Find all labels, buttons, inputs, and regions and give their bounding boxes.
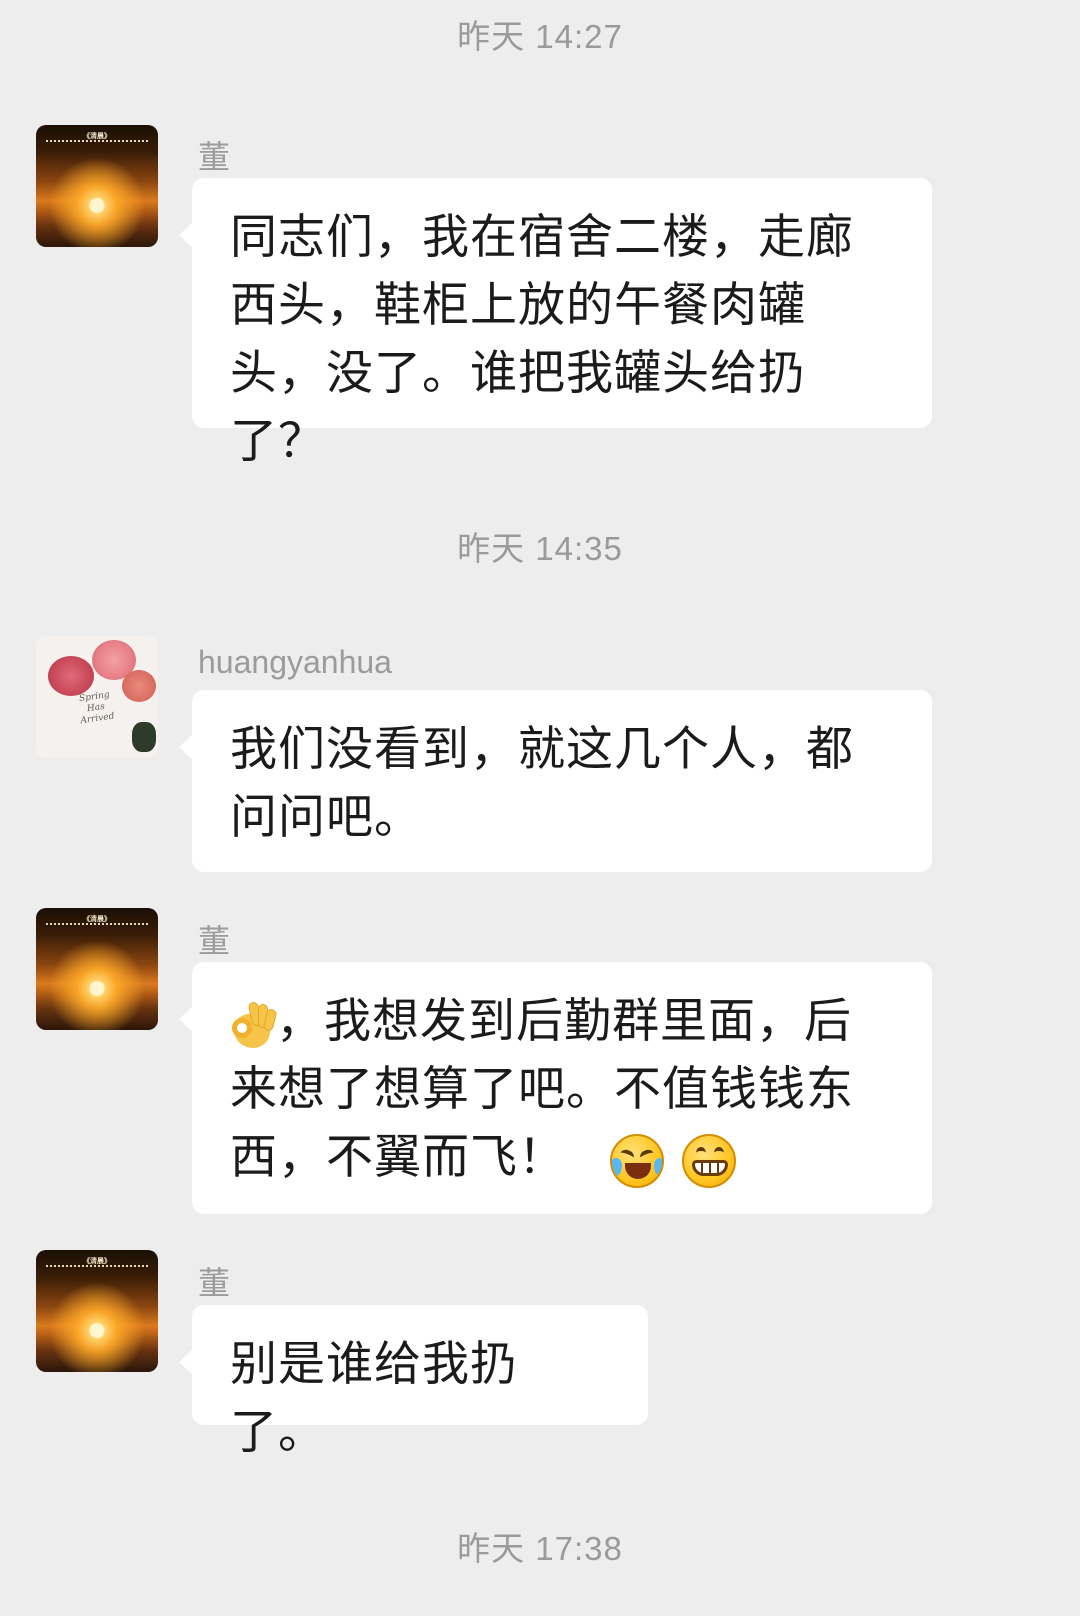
- avatar-dong[interactable]: 《清晨》: [36, 1250, 158, 1372]
- ok-hand-icon: [230, 1000, 278, 1050]
- avatar-caption-line: [46, 923, 148, 928]
- avatar-caption-line: [46, 1265, 148, 1270]
- avatar-dong[interactable]: 《清晨》: [36, 908, 158, 1030]
- avatar-dong[interactable]: 《清晨》: [36, 125, 158, 247]
- avatar-caption: Spring Has Arrived: [78, 690, 116, 727]
- message-bubble[interactable]: 别是谁给我扔了。: [179, 1305, 648, 1458]
- chat-timestamp: 昨天 17:38: [457, 1530, 623, 1567]
- sender-name: 董: [198, 1265, 231, 1301]
- message-bubble[interactable]: ，我想发到后勤群里面，后来想了想算了吧。不值钱钱东西，不翼而飞！: [179, 962, 932, 1214]
- laughing-tears-face-icon: [610, 1133, 665, 1188]
- message-text: 别是谁给我扔了。: [230, 1337, 518, 1458]
- chat-timestamp: 昨天 14:27: [457, 18, 623, 55]
- grinning-face-icon: [682, 1133, 737, 1188]
- sender-name: 董: [198, 923, 231, 959]
- leaf-shape: [132, 722, 156, 752]
- sender-name: huangyanhua: [198, 644, 392, 680]
- sender-name: 董: [198, 139, 231, 175]
- message-text: 同志们，我在宿舍二楼，走廊西头，鞋柜上放的午餐肉罐头，没了。谁把我罐头给扔了？: [230, 210, 854, 467]
- avatar-huangyanhua[interactable]: Spring Has Arrived: [36, 636, 158, 758]
- flower-shape: [48, 656, 94, 696]
- message-text: ，我想发到后勤群里面，后来想了想算了吧。不值钱钱东西，不翼而飞！: [230, 994, 854, 1183]
- message-bubble[interactable]: 我们没看到，就这几个人，都问问吧。: [179, 690, 932, 872]
- message-text: 我们没看到，就这几个人，都问问吧。: [230, 722, 854, 843]
- chat-timestamp: 昨天 14:35: [457, 530, 623, 567]
- flower-shape: [122, 670, 156, 702]
- avatar-caption-line: [46, 140, 148, 145]
- message-bubble[interactable]: 同志们，我在宿舍二楼，走廊西头，鞋柜上放的午餐肉罐头，没了。谁把我罐头给扔了？: [179, 178, 932, 467]
